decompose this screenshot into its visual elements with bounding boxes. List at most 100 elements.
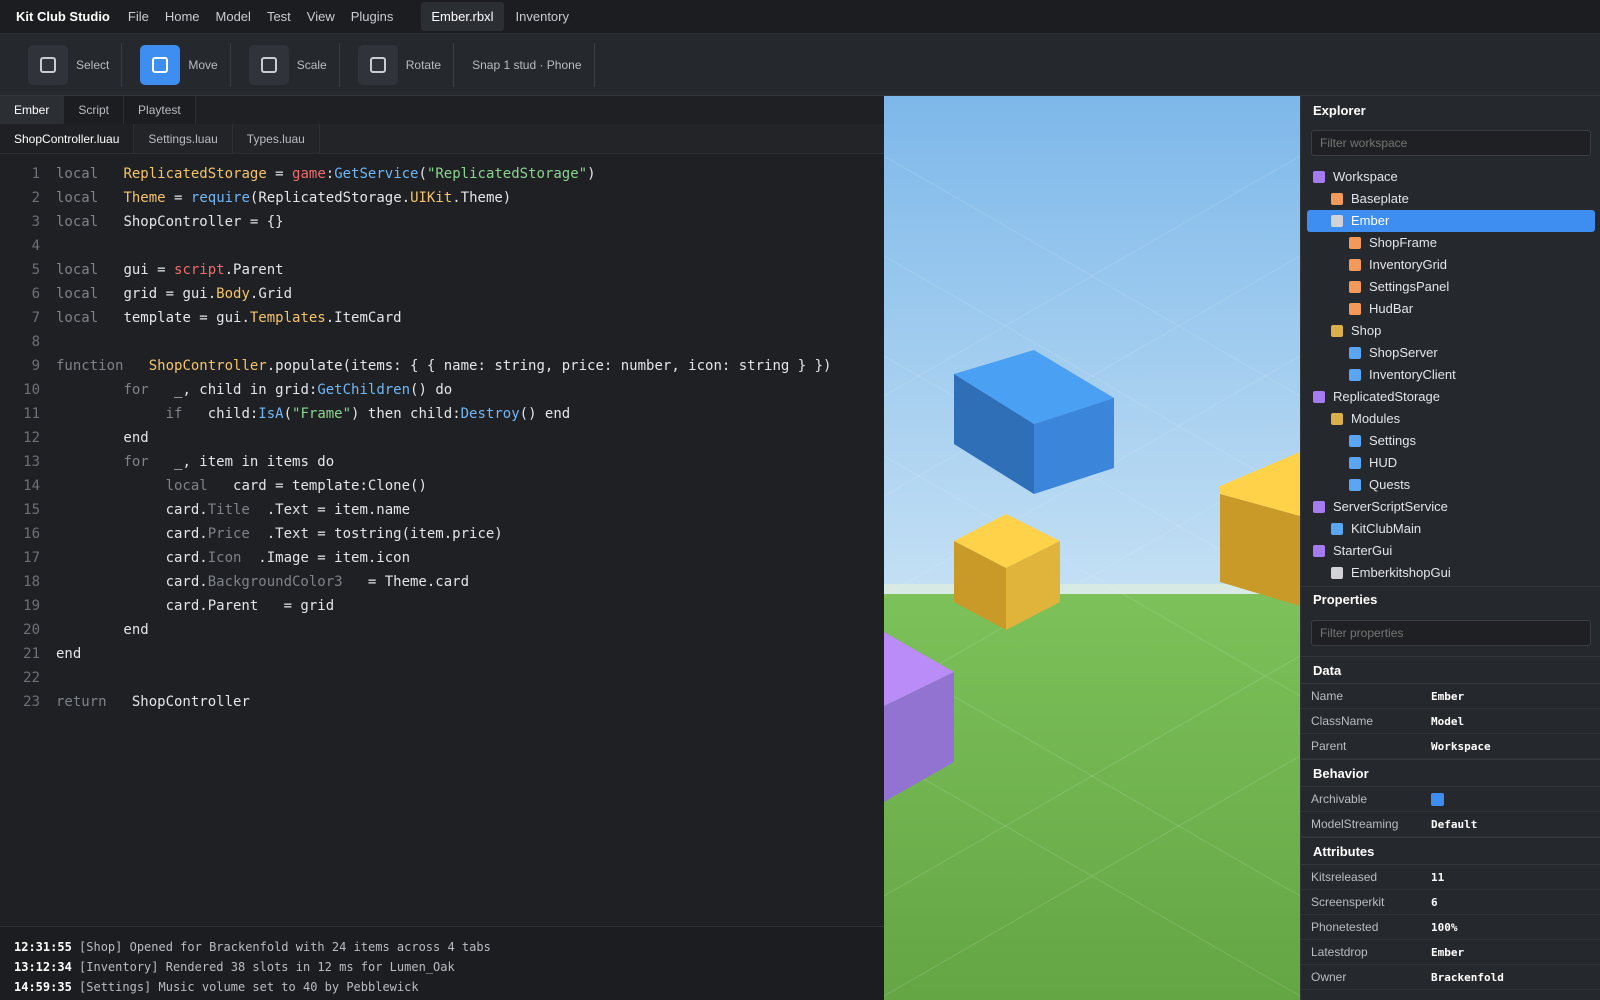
property-row-classname[interactable]: ClassName Model (1301, 709, 1600, 734)
line-number: 4 (31, 238, 40, 254)
menu-home[interactable]: Home (157, 9, 208, 24)
property-row-latestdrop[interactable]: Latestdrop Ember (1301, 940, 1600, 965)
menu-model[interactable]: Model (208, 9, 259, 24)
line-number: 6 (31, 286, 40, 302)
property-row-name[interactable]: Name Ember (1301, 684, 1600, 709)
code-line: 11 if child:IsA("Frame") then child:Dest… (0, 402, 884, 426)
panel-tab-script[interactable]: Script (64, 96, 125, 124)
instance-icon (1349, 281, 1361, 293)
property-value[interactable]: Workspace (1421, 734, 1491, 758)
tree-item-label: EmberkitshopGui (1351, 565, 1451, 580)
tree-item-hud[interactable]: HUD (1301, 452, 1600, 474)
file-tab-settings[interactable]: Settings.luau (134, 124, 233, 153)
code-line: 10 for _, child in grid:GetChildren() do (0, 378, 884, 402)
tree-item-label: Settings (1369, 433, 1416, 448)
file-tab-shopcontroller[interactable]: ShopController.luau (0, 124, 135, 153)
line-number: 11 (23, 406, 40, 422)
menu-plugins[interactable]: Plugins (343, 9, 402, 24)
instance-icon (1313, 545, 1325, 557)
property-value[interactable]: 100% (1421, 915, 1458, 939)
explorer-filter-input[interactable] (1311, 130, 1591, 156)
tree-item-settingspanel[interactable]: SettingsPanel (1301, 276, 1600, 298)
property-value[interactable]: Ember (1421, 684, 1464, 708)
tree-item-shopframe[interactable]: ShopFrame (1301, 232, 1600, 254)
3d-viewport[interactable] (884, 96, 1300, 1000)
move-tool-label: Move (188, 57, 218, 72)
tree-item-startergui[interactable]: StarterGui (1301, 540, 1600, 562)
file-tabs: ShopController.luau Settings.luau Types.… (0, 124, 884, 154)
code-text: card.BackgroundColor3 = Theme.card (56, 574, 470, 590)
code-line: 1 local ReplicatedStorage = game:GetServi… (0, 162, 884, 186)
line-number: 13 (23, 454, 40, 470)
tree-item-inventorygrid[interactable]: InventoryGrid (1301, 254, 1600, 276)
property-value[interactable]: Brackenfold (1421, 965, 1504, 989)
code-text: local Theme = require(ReplicatedStorage.… (56, 190, 512, 206)
property-name: ModelStreaming (1311, 817, 1399, 831)
tree-item-inventoryclient[interactable]: InventoryClient (1301, 364, 1600, 386)
line-number: 8 (31, 334, 40, 350)
properties-section-data[interactable]: Data (1301, 656, 1600, 684)
snap-setting[interactable]: Snap 1 stud · Phone (472, 42, 595, 87)
property-value[interactable]: 6 (1421, 890, 1438, 914)
tree-item-baseplate[interactable]: Baseplate (1301, 188, 1600, 210)
tree-item-replicatedstorage[interactable]: ReplicatedStorage (1301, 386, 1600, 408)
line-number: 21 (23, 646, 40, 662)
scale-tool-button[interactable]: Scale (248, 42, 340, 87)
instance-icon (1331, 413, 1343, 425)
select-tool-button[interactable]: Select (28, 42, 123, 87)
tree-item-workspace[interactable]: Workspace (1301, 166, 1600, 188)
property-value[interactable]: 11 (1421, 865, 1444, 889)
code-line: 15 card.Title .Text = item.name (0, 498, 884, 522)
line-number: 18 (23, 574, 40, 590)
property-row-screensperkit[interactable]: Screensperkit 6 (1301, 890, 1600, 915)
tree-item-emberkitshopgui[interactable]: EmberkitshopGui (1301, 562, 1600, 584)
menu-file[interactable]: File (120, 9, 157, 24)
code-line: 3 local ShopController = {} (0, 210, 884, 234)
instance-icon (1313, 391, 1325, 403)
tree-item-label: KitClubMain (1351, 521, 1422, 536)
property-name: Owner (1311, 970, 1347, 984)
property-row-archivable[interactable]: Archivable (1301, 787, 1600, 812)
properties-filter-input[interactable] (1311, 620, 1591, 646)
doc-tab-inventory[interactable]: Inventory (504, 2, 581, 31)
code-text: card.Parent = grid (56, 598, 335, 614)
tree-item-hudbar[interactable]: HudBar (1301, 298, 1600, 320)
properties-section-behavior[interactable]: Behavior (1301, 759, 1600, 787)
menu-test[interactable]: Test (259, 9, 299, 24)
property-value[interactable]: Ember (1421, 940, 1464, 964)
panel-tab-playtest[interactable]: Playtest (124, 96, 196, 124)
move-tool-button[interactable]: Move (140, 42, 231, 87)
output-console: 12:31:55 [Shop] Opened for Brackenfold w… (0, 926, 884, 1000)
tree-item-quests[interactable]: Quests (1301, 474, 1600, 496)
rotate-tool-button[interactable]: Rotate (357, 42, 455, 87)
property-row-kitsreleased[interactable]: Kitsreleased 11 (1301, 865, 1600, 890)
code-text: local ShopController = {} (56, 214, 284, 230)
tree-item-label: Baseplate (1351, 191, 1409, 206)
tree-item-shopserver[interactable]: ShopServer (1301, 342, 1600, 364)
instance-icon (1349, 479, 1361, 491)
tree-item-modules[interactable]: Modules (1301, 408, 1600, 430)
panel-tab-ember[interactable]: Ember (0, 96, 65, 124)
property-row-phonetested[interactable]: Phonetested 100% (1301, 915, 1600, 940)
line-number: 7 (31, 310, 40, 326)
tree-item-shop[interactable]: Shop (1301, 320, 1600, 342)
tree-item-serverscriptservice[interactable]: ServerScriptService (1301, 496, 1600, 518)
code-text: end (56, 430, 149, 446)
tree-item-kitclubmain[interactable]: KitClubMain (1301, 518, 1600, 540)
menu-view[interactable]: View (299, 9, 343, 24)
properties-section-attributes[interactable]: Attributes (1301, 837, 1600, 865)
tree-item-settings[interactable]: Settings (1301, 430, 1600, 452)
code-text: local template = gui.Templates.ItemCard (56, 310, 402, 326)
tree-item-ember[interactable]: Ember (1307, 210, 1595, 232)
property-row-parent[interactable]: Parent Workspace (1301, 734, 1600, 759)
file-tab-types[interactable]: Types.luau (233, 124, 320, 153)
code-area[interactable]: 1 local ReplicatedStorage = game:GetServi… (0, 162, 884, 714)
doc-tab-ember[interactable]: Ember.rbxl (421, 2, 504, 31)
code-line: 20 end (0, 618, 884, 642)
property-value[interactable]: Model (1421, 709, 1464, 733)
property-row-owner[interactable]: Owner Brackenfold (1301, 965, 1600, 990)
property-value[interactable]: Default (1421, 812, 1477, 836)
property-row-modelstreaming[interactable]: ModelStreaming Default (1301, 812, 1600, 837)
explorer-title: Explorer (1313, 103, 1366, 118)
archivable-checkbox[interactable] (1431, 793, 1444, 806)
